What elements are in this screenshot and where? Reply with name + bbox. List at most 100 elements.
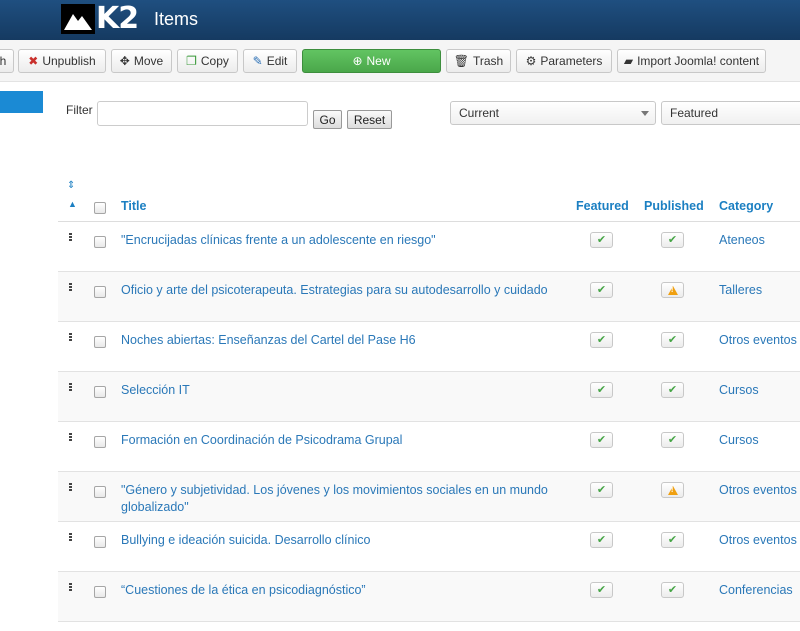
- check-icon: ✔: [596, 583, 607, 596]
- published-toggle[interactable]: [661, 482, 684, 498]
- item-category-link[interactable]: Conferencias: [719, 582, 799, 599]
- featured-toggle[interactable]: ✔: [590, 482, 613, 498]
- published-toggle[interactable]: ✔: [661, 382, 684, 398]
- published-toggle[interactable]: ✔: [661, 232, 684, 248]
- table-row: "Género y subjetividad. Los jóvenes y lo…: [58, 472, 800, 522]
- plus-circle-icon: ⊕: [352, 54, 363, 68]
- copy-label: Copy: [200, 54, 229, 68]
- featured-toggle[interactable]: ✔: [590, 582, 613, 598]
- check-icon: ✔: [667, 433, 678, 446]
- featured-toggle[interactable]: ✔: [590, 332, 613, 348]
- publish-button[interactable]: h: [0, 49, 14, 73]
- import-label: Import Joomla! content: [637, 54, 760, 68]
- table-row: "Encrucijadas clínicas frente a un adole…: [58, 222, 800, 272]
- item-category-link[interactable]: Otros eventos: [719, 482, 799, 499]
- item-title-link[interactable]: Noches abiertas: Enseñanzas del Cartel d…: [121, 332, 571, 349]
- filter-label: Filter: [66, 103, 93, 117]
- edit-icon: ✎: [252, 54, 263, 68]
- move-icon: ✥: [119, 54, 130, 68]
- publish-label: h: [0, 54, 7, 68]
- table-row: Formación en Coordinación de Psicodrama …: [58, 422, 800, 472]
- row-checkbox[interactable]: [94, 286, 106, 298]
- row-checkbox[interactable]: [94, 586, 106, 598]
- item-title-link[interactable]: "Género y subjetividad. Los jóvenes y lo…: [121, 482, 571, 516]
- go-button[interactable]: Go: [313, 110, 342, 129]
- app-header: K2 Items: [0, 0, 800, 40]
- copy-button[interactable]: ❐ Copy: [177, 49, 238, 73]
- published-column-header[interactable]: Published: [644, 199, 704, 213]
- item-title-link[interactable]: “Cuestiones de la ética en psicodiagnóst…: [121, 582, 571, 599]
- item-category-link[interactable]: Cursos: [719, 382, 799, 399]
- featured-toggle[interactable]: ✔: [590, 282, 613, 298]
- item-title-link[interactable]: Bullying e ideación suicida. Desarrollo …: [121, 532, 571, 549]
- check-icon: ✔: [667, 383, 678, 396]
- item-category-link[interactable]: Cursos: [719, 432, 799, 449]
- check-icon: ✔: [667, 533, 678, 546]
- parameters-label: Parameters: [540, 54, 603, 68]
- edit-button[interactable]: ✎ Edit: [243, 49, 297, 73]
- trash-icon: 🗑: [453, 54, 469, 68]
- drag-handle-icon[interactable]: [69, 483, 73, 492]
- row-checkbox[interactable]: [94, 536, 106, 548]
- move-button[interactable]: ✥ Move: [111, 49, 172, 73]
- featured-column-header[interactable]: Featured: [576, 199, 629, 213]
- new-button[interactable]: ⊕ New: [302, 49, 441, 73]
- check-icon: ✔: [596, 383, 607, 396]
- select-all-checkbox[interactable]: [94, 202, 106, 214]
- row-checkbox[interactable]: [94, 486, 106, 498]
- parameters-button[interactable]: ⚙ Parameters: [516, 49, 612, 73]
- unpublish-button[interactable]: ✖ Unpublish: [18, 49, 106, 73]
- sort-asc-icon[interactable]: ▲: [68, 199, 77, 209]
- import-joomla-button[interactable]: ▰ Import Joomla! content: [617, 49, 766, 73]
- item-category-link[interactable]: Otros eventos: [719, 532, 799, 549]
- item-title-link[interactable]: Formación en Coordinación de Psicodrama …: [121, 432, 571, 449]
- featured-select[interactable]: Featured: [661, 101, 800, 125]
- featured-toggle[interactable]: ✔: [590, 232, 613, 248]
- featured-toggle[interactable]: ✔: [590, 382, 613, 398]
- k2-logo[interactable]: K2: [61, 3, 139, 35]
- table-row: “Cuestiones de la ética en psicodiagnóst…: [58, 572, 800, 622]
- drag-handle-icon[interactable]: [69, 533, 73, 542]
- row-checkbox[interactable]: [94, 436, 106, 448]
- filter-input[interactable]: [97, 101, 308, 126]
- row-checkbox[interactable]: [94, 386, 106, 398]
- item-title-link[interactable]: Oficio y arte del psicoterapeuta. Estrat…: [121, 282, 571, 299]
- sidebar-active-item[interactable]: [0, 91, 43, 113]
- drag-handle-icon[interactable]: [69, 233, 73, 242]
- trash-button[interactable]: 🗑 Trash: [446, 49, 511, 73]
- ordering-sort-icon[interactable]: ⇕: [67, 181, 75, 191]
- published-toggle[interactable]: [661, 282, 684, 298]
- table-row: Noches abiertas: Enseñanzas del Cartel d…: [58, 322, 800, 372]
- status-select[interactable]: Current: [450, 101, 656, 125]
- warning-icon: [667, 485, 678, 495]
- title-column-header[interactable]: Title: [121, 199, 146, 213]
- row-checkbox[interactable]: [94, 236, 106, 248]
- warning-icon: [667, 285, 678, 295]
- drag-handle-icon[interactable]: [69, 583, 73, 592]
- featured-toggle[interactable]: ✔: [590, 432, 613, 448]
- item-category-link[interactable]: Talleres: [719, 282, 799, 299]
- featured-toggle[interactable]: ✔: [590, 532, 613, 548]
- chevron-down-icon: [641, 111, 649, 116]
- item-title-link[interactable]: "Encrucijadas clínicas frente a un adole…: [121, 232, 571, 249]
- table-row: Selección IT ✔ ✔ Cursos: [58, 372, 800, 422]
- row-checkbox[interactable]: [94, 336, 106, 348]
- move-label: Move: [133, 54, 164, 68]
- published-toggle[interactable]: ✔: [661, 532, 684, 548]
- drag-handle-icon[interactable]: [69, 333, 73, 342]
- check-icon: ✔: [596, 283, 607, 296]
- new-label: New: [366, 54, 391, 68]
- import-icon: ▰: [623, 54, 634, 68]
- published-toggle[interactable]: ✔: [661, 582, 684, 598]
- reset-button[interactable]: Reset: [347, 110, 392, 129]
- drag-handle-icon[interactable]: [69, 433, 73, 442]
- item-title-link[interactable]: Selección IT: [121, 382, 571, 399]
- item-category-link[interactable]: Ateneos: [719, 232, 799, 249]
- category-column-header[interactable]: Category: [719, 199, 773, 213]
- published-toggle[interactable]: ✔: [661, 332, 684, 348]
- drag-handle-icon[interactable]: [69, 283, 73, 292]
- published-toggle[interactable]: ✔: [661, 432, 684, 448]
- check-icon: ✔: [596, 233, 607, 246]
- item-category-link[interactable]: Otros eventos: [719, 332, 799, 349]
- drag-handle-icon[interactable]: [69, 383, 73, 392]
